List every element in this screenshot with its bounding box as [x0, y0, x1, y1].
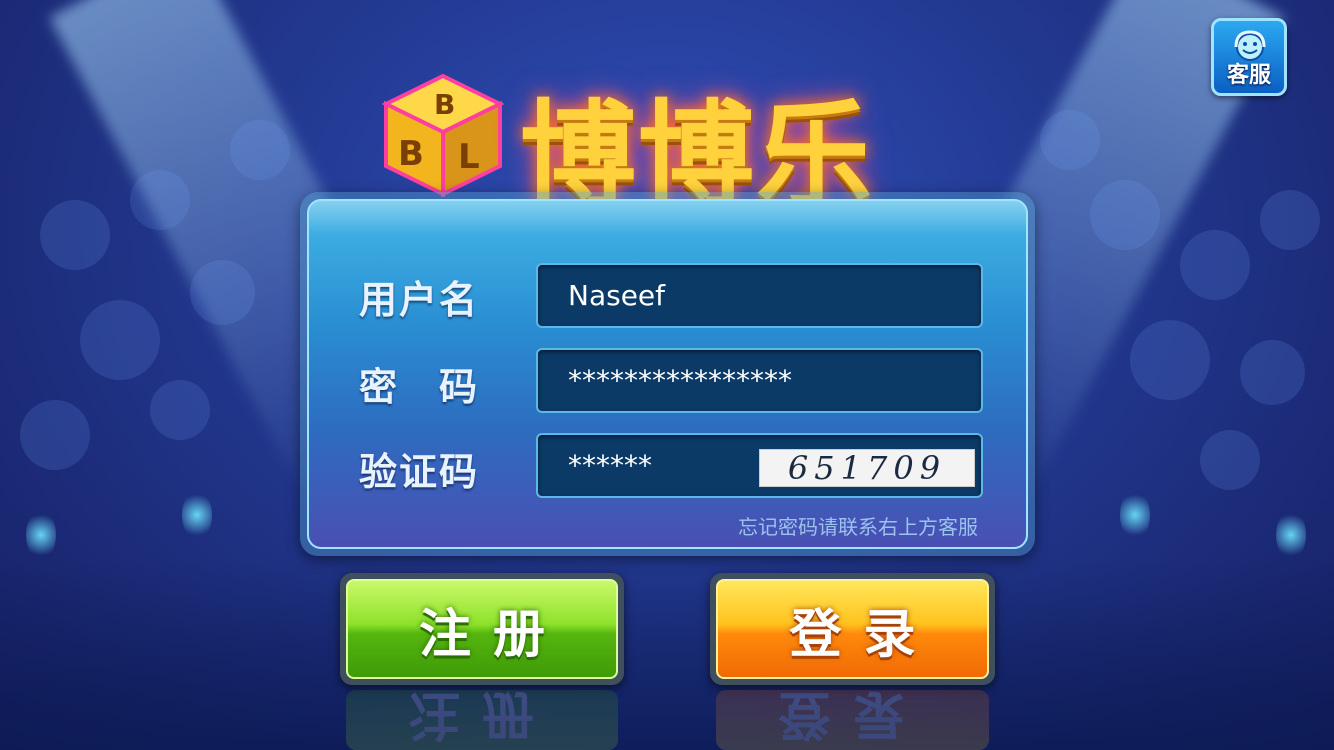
cube-letter: B: [434, 88, 455, 121]
smiley-headset-icon: [1234, 30, 1266, 61]
bokeh-light: [1260, 190, 1320, 250]
login-button-label: 登录: [716, 579, 989, 679]
bokeh-light: [1130, 320, 1210, 400]
login-button[interactable]: 登录: [710, 573, 995, 685]
bokeh-light: [150, 380, 210, 440]
bbl-cube-icon: B B L: [381, 73, 505, 198]
captcha-image[interactable]: 651709: [759, 449, 975, 487]
password-label: 密 码: [359, 365, 480, 409]
login-panel-body: 用户名 Naseef 密 码 **************** 验证码 ****…: [307, 199, 1028, 549]
captcha-label: 验证码: [359, 450, 480, 494]
username-input[interactable]: Naseef: [536, 263, 983, 328]
app-logo: B B L 博博乐: [360, 50, 970, 224]
forgot-password-hint: 忘记密码请联系右上方客服: [738, 515, 978, 539]
bokeh-light: [1240, 340, 1305, 405]
floor-spotlight: [1120, 490, 1150, 540]
register-button-label: 注册: [346, 579, 618, 679]
bokeh-light: [1040, 110, 1100, 170]
customer-service-button[interactable]: 客服: [1211, 18, 1287, 96]
bokeh-light: [40, 200, 110, 270]
captcha-input-value: ******: [568, 449, 652, 482]
password-input[interactable]: ****************: [536, 348, 983, 413]
bokeh-light: [20, 400, 90, 470]
bokeh-light: [1090, 180, 1160, 250]
register-button-reflection: 注册: [346, 685, 618, 750]
login-button-reflection: 登录: [716, 685, 989, 750]
cube-letter: L: [458, 137, 480, 177]
bokeh-light: [130, 170, 190, 230]
floor-spotlight: [182, 490, 212, 540]
cube-letter: B: [398, 134, 424, 174]
floor-spotlight: [1276, 510, 1306, 560]
captcha-image-text: 651709: [787, 449, 947, 487]
bokeh-light: [1200, 430, 1260, 490]
bokeh-light: [1180, 230, 1250, 300]
register-button[interactable]: 注册: [340, 573, 624, 685]
bokeh-light: [190, 260, 255, 325]
captcha-input[interactable]: ****** 651709: [536, 433, 983, 498]
floor-spotlight: [26, 510, 56, 560]
bokeh-light: [80, 300, 160, 380]
bokeh-light: [230, 120, 290, 180]
stage-floor: [0, 560, 1334, 750]
panel-shine: [309, 201, 1026, 235]
username-label: 用户名: [359, 278, 480, 322]
login-panel: 用户名 Naseef 密 码 **************** 验证码 ****…: [300, 192, 1035, 556]
